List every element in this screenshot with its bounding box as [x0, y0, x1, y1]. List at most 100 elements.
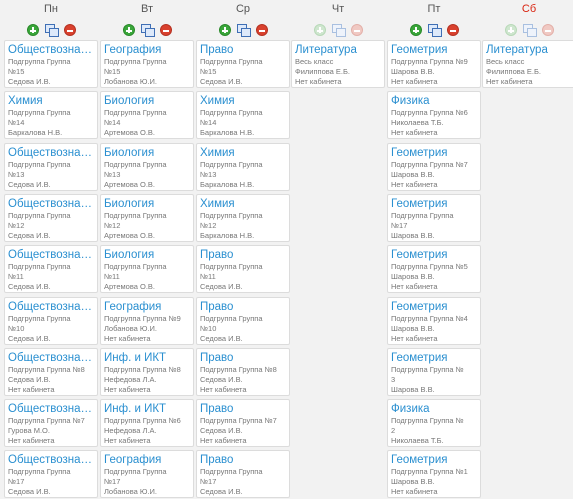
lesson-subject[interactable]: Право — [200, 351, 289, 365]
copy-day-button[interactable] — [140, 24, 155, 37]
lesson-subject[interactable]: Геометрия — [391, 43, 480, 57]
lesson-subject[interactable]: Литература — [295, 43, 384, 57]
lesson-card[interactable]: Физика Подгруппа Группа №6 Николаева Т.Б. Н… — [387, 91, 481, 140]
add-lesson-button[interactable] — [26, 24, 39, 36]
lesson-detail: №15 — [200, 67, 217, 76]
lesson-card[interactable]: Геометрия Подгруппа Группа №9 Шарова В.В. Н… — [387, 40, 481, 88]
copy-day-button[interactable] — [522, 24, 537, 37]
lesson-subject[interactable]: Геометрия — [391, 351, 480, 365]
lesson-card[interactable]: География Подгруппа Группа №9 Лобанова Ю.И… — [100, 296, 194, 345]
lesson-card[interactable]: Геометрия Подгруппа Группа №1 Шарова В.В. Н… — [387, 450, 481, 499]
lesson-subject[interactable]: Обществознание — [8, 402, 97, 416]
lesson-subject[interactable]: Геометрия — [391, 146, 480, 160]
lesson-detail: Гурова М.О. — [8, 426, 50, 436]
add-lesson-button[interactable] — [218, 24, 231, 36]
lesson-card[interactable]: Обществознание Подгруппа Группа №11 Седова … — [4, 245, 98, 294]
copy-day-button[interactable] — [44, 24, 59, 37]
add-lesson-button[interactable] — [122, 24, 135, 36]
lesson-subject[interactable]: Право — [200, 43, 289, 57]
lesson-subject[interactable]: Право — [200, 453, 289, 467]
copy-day-button[interactable] — [427, 24, 442, 37]
lesson-subject[interactable]: Геометрия — [391, 453, 480, 467]
lesson-card[interactable]: Обществознание Подгруппа Группа №15 Седова … — [4, 40, 98, 88]
lesson-subject[interactable]: Обществознание — [8, 300, 97, 314]
lesson-subject[interactable]: Биология — [104, 197, 193, 211]
lesson-subject[interactable]: Литература — [486, 43, 573, 57]
lesson-subject[interactable]: Биология — [104, 146, 193, 160]
remove-lesson-button[interactable] — [541, 24, 554, 36]
lesson-card[interactable]: Право Подгруппа Группа №7 Седова И.В. Нет к… — [196, 399, 290, 448]
lesson-card[interactable]: Обществознание Подгруппа Группа №13 Седова … — [4, 142, 98, 191]
copy-day-button[interactable] — [331, 24, 346, 37]
lesson-subject[interactable]: Обществознание — [8, 197, 97, 211]
lesson-subject[interactable]: Обществознание — [8, 43, 97, 57]
lesson-subject[interactable]: География — [104, 300, 193, 314]
lesson-subject[interactable]: Право — [200, 402, 289, 416]
lesson-card[interactable]: Биология Подгруппа Группа №12 Артемова О.В.… — [100, 193, 194, 242]
lesson-subject[interactable]: Инф. и ИКТ — [104, 351, 193, 365]
lesson-card[interactable]: Обществознание Подгруппа Группа №8 Седова … — [4, 347, 98, 396]
lesson-card[interactable]: Обществознание Подгруппа Группа №12 Седова … — [4, 193, 98, 242]
lesson-card[interactable]: Литература Весь класс Филиппова Е.Б. Нет ка… — [291, 40, 385, 88]
copy-day-button[interactable] — [236, 24, 251, 37]
lesson-detail: Нет кабинета — [8, 138, 97, 139]
lesson-subject[interactable]: Биология — [104, 94, 193, 108]
lesson-card[interactable]: Право Подгруппа Группа №10 Седова И.В. — [196, 296, 290, 345]
add-lesson-button[interactable] — [409, 24, 422, 36]
lesson-card[interactable]: Инф. и ИКТ Подгруппа Группа №6 Нефедова Л.… — [100, 399, 194, 448]
lesson-subject[interactable]: Обществознание — [8, 248, 97, 262]
lesson-subject[interactable]: Химия — [8, 94, 97, 108]
lesson-card[interactable]: Биология Подгруппа Группа №11 Артемова О.В. — [100, 245, 194, 294]
lesson-subject[interactable]: Инф. и ИКТ — [104, 402, 193, 416]
lesson-card[interactable]: Право Подгруппа Группа №8 Седова И.В. Нет к… — [196, 347, 290, 396]
lesson-card[interactable]: Право Подгруппа Группа №15 Седова И.В. — [196, 40, 290, 88]
lesson-card[interactable]: Биология Подгруппа Группа №14 Артемова О.В. — [100, 91, 194, 140]
lesson-detail: Подгруппа Группа — [8, 210, 71, 220]
add-lesson-button[interactable] — [313, 24, 326, 36]
lesson-card[interactable]: Химия Подгруппа Группа №14 Баркалова Н.В. — [196, 91, 290, 140]
lesson-card[interactable]: География Подгруппа Группа №17 Лобанова Ю.И… — [100, 450, 194, 499]
lesson-card[interactable]: Право Подгруппа Группа №17 Седова И.В. — [196, 450, 290, 499]
lesson-card[interactable]: Обществознание Подгруппа Группа №17 Седова … — [4, 450, 98, 499]
lesson-subject[interactable]: Геометрия — [391, 197, 480, 211]
remove-lesson-button[interactable] — [350, 24, 363, 36]
lesson-subject[interactable]: Обществознание — [8, 351, 97, 365]
lesson-subject[interactable]: Право — [200, 248, 289, 262]
lesson-card[interactable]: ГеометрияПодгруппа Группа №3Шарова В.В.Н… — [387, 347, 481, 396]
lesson-subject[interactable]: Обществознание — [8, 146, 97, 160]
lesson-subject[interactable]: Химия — [200, 197, 289, 211]
lesson-subject[interactable]: Геометрия — [391, 300, 480, 314]
lesson-card[interactable]: Геометрия Подгруппа Группа №17 Шарова В.В. — [387, 193, 481, 242]
lesson-card[interactable]: ФизикаПодгруппа Группа №2Николаева Т.Б.Н… — [387, 399, 481, 448]
lesson-card[interactable]: Биология Подгруппа Группа №13 Артемова О.В. — [100, 142, 194, 191]
lesson-subject[interactable]: Физика — [391, 402, 480, 416]
lesson-subject[interactable]: Право — [200, 300, 289, 314]
lesson-card[interactable]: Литература Весь класс Филиппова Е.Б. Нет ка… — [482, 40, 573, 88]
remove-lesson-button[interactable] — [255, 24, 268, 36]
lesson-subject[interactable]: Геометрия — [391, 248, 480, 262]
add-lesson-button[interactable] — [504, 24, 517, 36]
lesson-card[interactable]: Геометрия Подгруппа Группа №4 Шарова В.В. Н… — [387, 296, 481, 345]
lesson-subject[interactable]: Обществознание — [8, 453, 97, 467]
remove-lesson-button[interactable] — [446, 24, 459, 36]
lesson-card[interactable]: Инф. и ИКТ Подгруппа Группа №8 Нефедова Л.… — [100, 347, 194, 396]
lesson-card[interactable]: Право Подгруппа Группа №11 Седова И.В. — [196, 245, 290, 294]
lesson-card[interactable]: ХимияПодгруппа Группа№14Баркалова Н.В.Не… — [4, 91, 98, 140]
lesson-subject[interactable]: Биология — [104, 248, 193, 262]
lesson-subject[interactable]: Химия — [200, 94, 289, 108]
lesson-card[interactable]: Обществознание Подгруппа Группа №10 Седова … — [4, 296, 98, 345]
lesson-subject[interactable]: Химия — [200, 146, 289, 160]
lesson-card[interactable]: Химия Подгруппа Группа №13 Баркалова Н.В. — [196, 142, 290, 191]
remove-lesson-button[interactable] — [159, 24, 172, 36]
lesson-subject[interactable]: География — [104, 43, 193, 57]
lesson-card[interactable]: География Подгруппа Группа №15 Лобанова Ю.И… — [100, 40, 194, 88]
lesson-card[interactable]: Геометрия Подгруппа Группа №7 Шарова В.В. Н… — [387, 142, 481, 191]
lesson-subject[interactable]: География — [104, 453, 193, 467]
lesson-detail: Шарова В.В. — [391, 169, 435, 179]
lesson-card[interactable]: Обществознание Подгруппа Группа №7 Гурова … — [4, 399, 98, 448]
lesson-card[interactable]: Геометрия Подгруппа Группа №5 Шарова В.В. Н… — [387, 245, 481, 294]
lesson-subject[interactable]: Физика — [391, 94, 480, 108]
lesson-card[interactable]: Химия Подгруппа Группа №12 Баркалова Н.В. — [196, 193, 290, 242]
remove-lesson-button[interactable] — [63, 24, 76, 36]
lesson-detail: Нефедова Л.А. — [104, 426, 157, 436]
